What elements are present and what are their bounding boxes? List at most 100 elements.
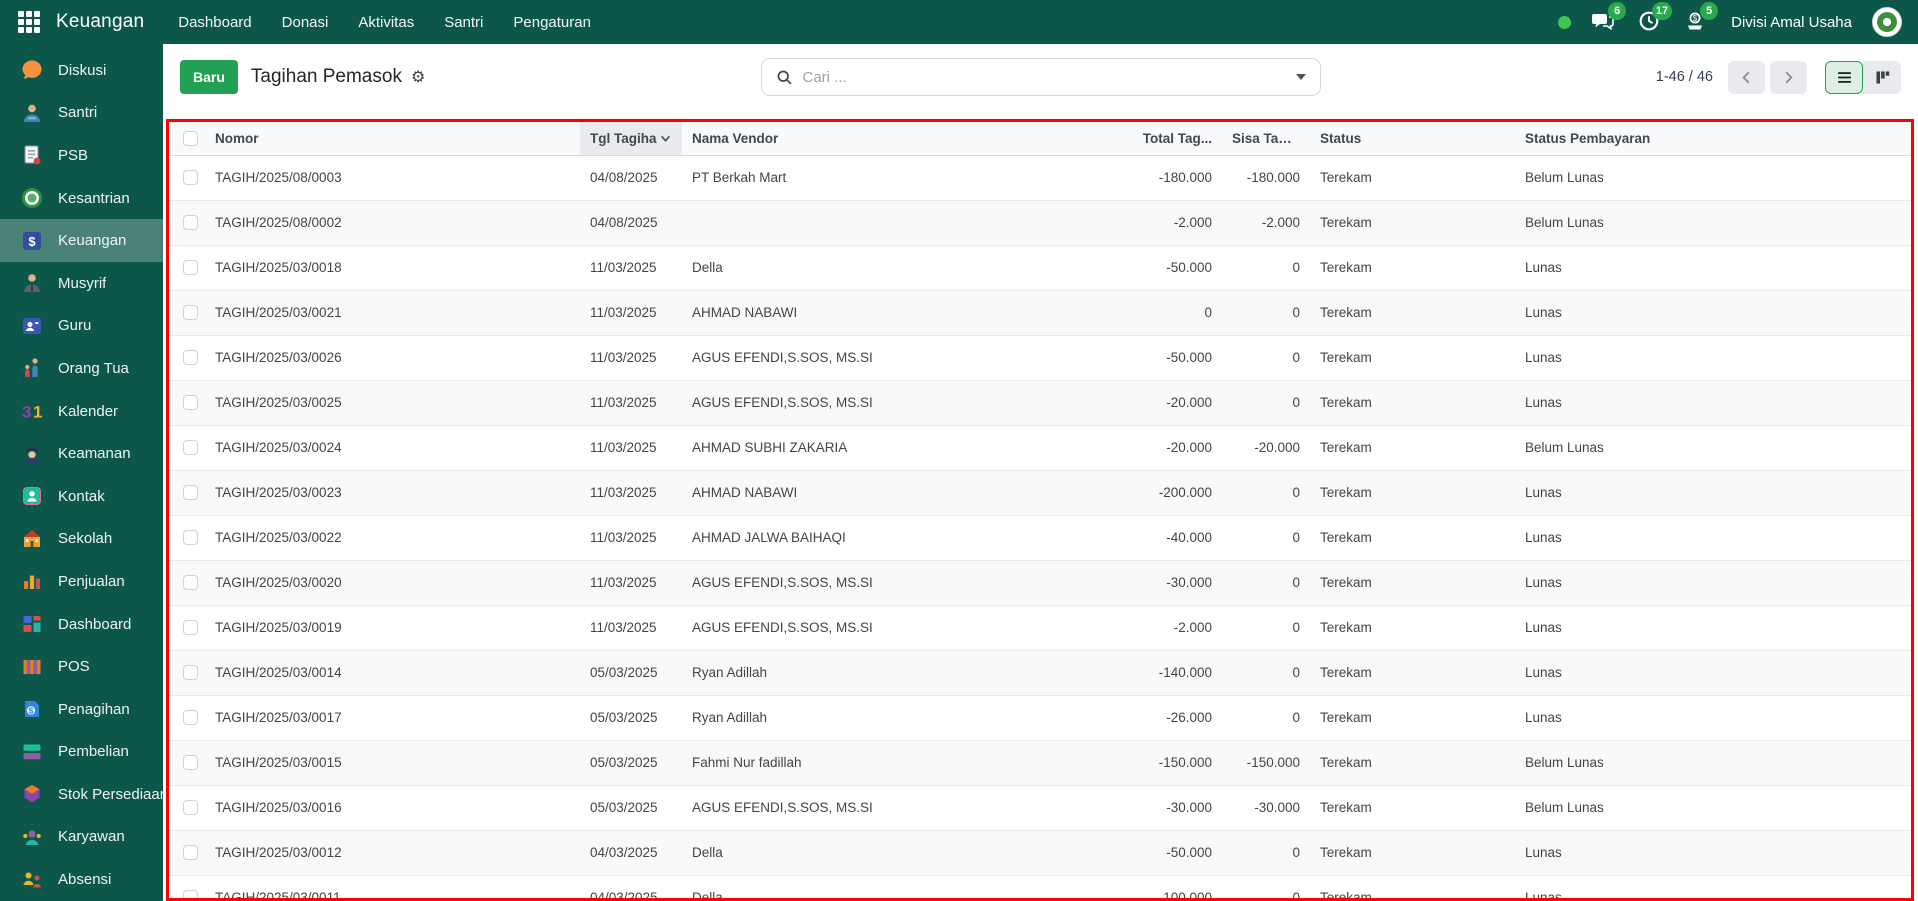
table-row[interactable]: TAGIH/2025/03/0012 04/03/2025 Della -50.000… (169, 830, 1911, 876)
search-input[interactable] (802, 68, 1282, 86)
row-checkbox[interactable] (183, 485, 198, 501)
column-header-total[interactable]: Total Tag... (1102, 122, 1222, 156)
messages-icon[interactable]: 6 (1591, 2, 1627, 35)
sidebar-item-keamanan[interactable]: Keamanan (0, 432, 163, 475)
table-row[interactable]: TAGIH/2025/03/0017 05/03/2025 Ryan Adillah… (169, 695, 1911, 741)
row-checkbox[interactable] (183, 845, 198, 861)
table-row[interactable]: TAGIH/2025/03/0016 05/03/2025 AGUS EFENDI,… (169, 785, 1911, 831)
pager-next-button[interactable] (1770, 60, 1807, 94)
cell-status: Terekam (1310, 875, 1515, 898)
sidebar-item-orang-tua[interactable]: Orang Tua (0, 347, 163, 390)
sidebar-item-kesantrian[interactable]: Kesantrian (0, 177, 163, 220)
column-label: Total Tag... (1142, 130, 1212, 146)
table-row[interactable]: TAGIH/2025/03/0025 11/03/2025 AGUS EFENDI,… (169, 380, 1911, 426)
row-checkbox[interactable] (183, 620, 198, 636)
row-select-cell (169, 830, 205, 876)
table-row[interactable]: TAGIH/2025/03/0015 05/03/2025 Fahmi Nur fa… (169, 740, 1911, 786)
kanban-view-icon (1875, 70, 1889, 84)
payments-icon[interactable]: $ 5 (1683, 2, 1719, 35)
sidebar-item-keuangan[interactable]: $ Keuangan (0, 219, 163, 262)
sidebar-item-kontak[interactable]: Kontak (0, 475, 163, 518)
row-checkbox[interactable] (183, 755, 198, 771)
apps-grid-icon[interactable] (18, 11, 40, 33)
row-checkbox[interactable] (183, 350, 198, 366)
sidebar-item-absensi[interactable]: Absensi (0, 858, 163, 901)
sidebar-item-guru[interactable]: Guru (0, 305, 163, 348)
row-checkbox[interactable] (183, 260, 198, 276)
cell-sisa: 0 (1222, 245, 1310, 291)
table-row[interactable]: TAGIH/2025/03/0019 11/03/2025 AGUS EFENDI,… (169, 605, 1911, 651)
sidebar-item-stok-persediaan[interactable]: Stok Persediaan (0, 773, 163, 816)
cell-tgl: 04/08/2025 (580, 155, 682, 201)
online-status-dot (1558, 15, 1572, 29)
row-checkbox[interactable] (183, 530, 198, 546)
sidebar-item-pembelian[interactable]: Pembelian (0, 731, 163, 774)
sidebar-item-label: Keamanan (58, 445, 131, 463)
row-checkbox[interactable] (183, 710, 198, 726)
row-select-cell (169, 335, 205, 381)
sidebar-item-penjualan[interactable]: Penjualan (0, 560, 163, 603)
sidebar-item-kalender[interactable]: 3 1 Kalender (0, 390, 163, 433)
table-row[interactable]: TAGIH/2025/03/0022 11/03/2025 AHMAD JALWA … (169, 515, 1911, 561)
table-row[interactable]: TAGIH/2025/08/0002 04/08/2025 -2.000 -2.000… (169, 200, 1911, 246)
row-checkbox[interactable] (183, 395, 198, 411)
row-select-cell (169, 245, 205, 291)
cell-nomor: TAGIH/2025/03/0017 (205, 695, 580, 741)
column-header-status[interactable]: Status (1310, 122, 1515, 156)
table-row[interactable]: TAGIH/2025/03/0024 11/03/2025 AHMAD SUBHI … (169, 425, 1911, 471)
column-header-tgl[interactable]: Tgl Tagiha (580, 122, 682, 156)
new-button[interactable]: Baru (180, 60, 238, 94)
row-checkbox[interactable] (183, 170, 198, 186)
menu-dashboard[interactable]: Dashboard (178, 14, 251, 31)
cell-sisa: -2.000 (1222, 200, 1310, 246)
sidebar-item-musyrif[interactable]: Musyrif (0, 262, 163, 305)
search-dropdown-toggle[interactable] (1282, 59, 1320, 95)
app-name[interactable]: Keuangan (56, 11, 144, 33)
row-checkbox[interactable] (183, 215, 198, 231)
row-checkbox[interactable] (183, 575, 198, 591)
table-row[interactable]: TAGIH/2025/03/0026 11/03/2025 AGUS EFENDI,… (169, 335, 1911, 381)
sidebar-item-santri[interactable]: Santri (0, 92, 163, 135)
row-select-cell (169, 200, 205, 246)
table-row[interactable]: TAGIH/2025/03/0014 05/03/2025 Ryan Adillah… (169, 650, 1911, 696)
row-checkbox[interactable] (183, 800, 198, 816)
sidebar-item-diskusi[interactable]: Diskusi (0, 49, 163, 92)
sidebar-item-karyawan[interactable]: Karyawan (0, 816, 163, 859)
table-row[interactable]: TAGIH/2025/08/0003 04/08/2025 PT Berkah Ma… (169, 155, 1911, 201)
kanban-view-button[interactable] (1863, 60, 1901, 94)
menu-aktivitas[interactable]: Aktivitas (358, 14, 414, 31)
cell-payment: Lunas (1515, 515, 1911, 561)
table-row[interactable]: TAGIH/2025/03/0018 11/03/2025 Della -50.000… (169, 245, 1911, 291)
list-view-button[interactable] (1825, 60, 1863, 94)
menu-pengaturan[interactable]: Pengaturan (513, 14, 591, 31)
row-checkbox[interactable] (183, 890, 198, 898)
row-checkbox[interactable] (183, 665, 198, 681)
column-header-nomor[interactable]: Nomor (205, 122, 580, 156)
select-all-checkbox[interactable] (183, 131, 198, 147)
cell-vendor: AHMAD NABAWI (682, 290, 1102, 336)
sidebar-item-psb[interactable]: PSB (0, 134, 163, 177)
table-row[interactable]: TAGIH/2025/03/0020 11/03/2025 AGUS EFENDI,… (169, 560, 1911, 606)
sidebar-item-label: Kalender (58, 402, 119, 420)
sidebar-item-sekolah[interactable]: Sekolah (0, 518, 163, 561)
table-row[interactable]: TAGIH/2025/03/0023 11/03/2025 AHMAD NABAWI… (169, 470, 1911, 516)
table-row[interactable]: TAGIH/2025/03/0021 11/03/2025 AHMAD NABAWI… (169, 290, 1911, 336)
menu-donasi[interactable]: Donasi (282, 14, 329, 31)
table-row[interactable]: TAGIH/2025/03/0011 04/03/2025 Della -100.00… (169, 875, 1911, 898)
column-header-payment[interactable]: Status Pembayaran (1515, 122, 1911, 156)
row-checkbox[interactable] (183, 440, 198, 456)
sidebar-item-penagihan[interactable]: $ Penagihan (0, 688, 163, 731)
sidebar-item-dashboard[interactable]: Dashboard (0, 603, 163, 646)
gear-icon[interactable]: ⚙ (411, 69, 425, 85)
company-name[interactable]: Divisi Amal Usaha (1731, 14, 1852, 31)
menu-santri[interactable]: Santri (444, 14, 483, 31)
row-checkbox[interactable] (183, 305, 198, 321)
pager-previous-button[interactable] (1728, 60, 1765, 94)
activities-clock-icon[interactable]: 17 (1637, 2, 1673, 35)
chevron-right-icon (1785, 71, 1793, 83)
sidebar-item-pos[interactable]: POS (0, 645, 163, 688)
column-header-vendor[interactable]: Nama Vendor (682, 122, 1102, 156)
column-header-sisa[interactable]: Sisa Tagi... (1222, 122, 1310, 156)
user-avatar[interactable] (1872, 7, 1902, 37)
payments-badge: 5 (1700, 2, 1719, 20)
